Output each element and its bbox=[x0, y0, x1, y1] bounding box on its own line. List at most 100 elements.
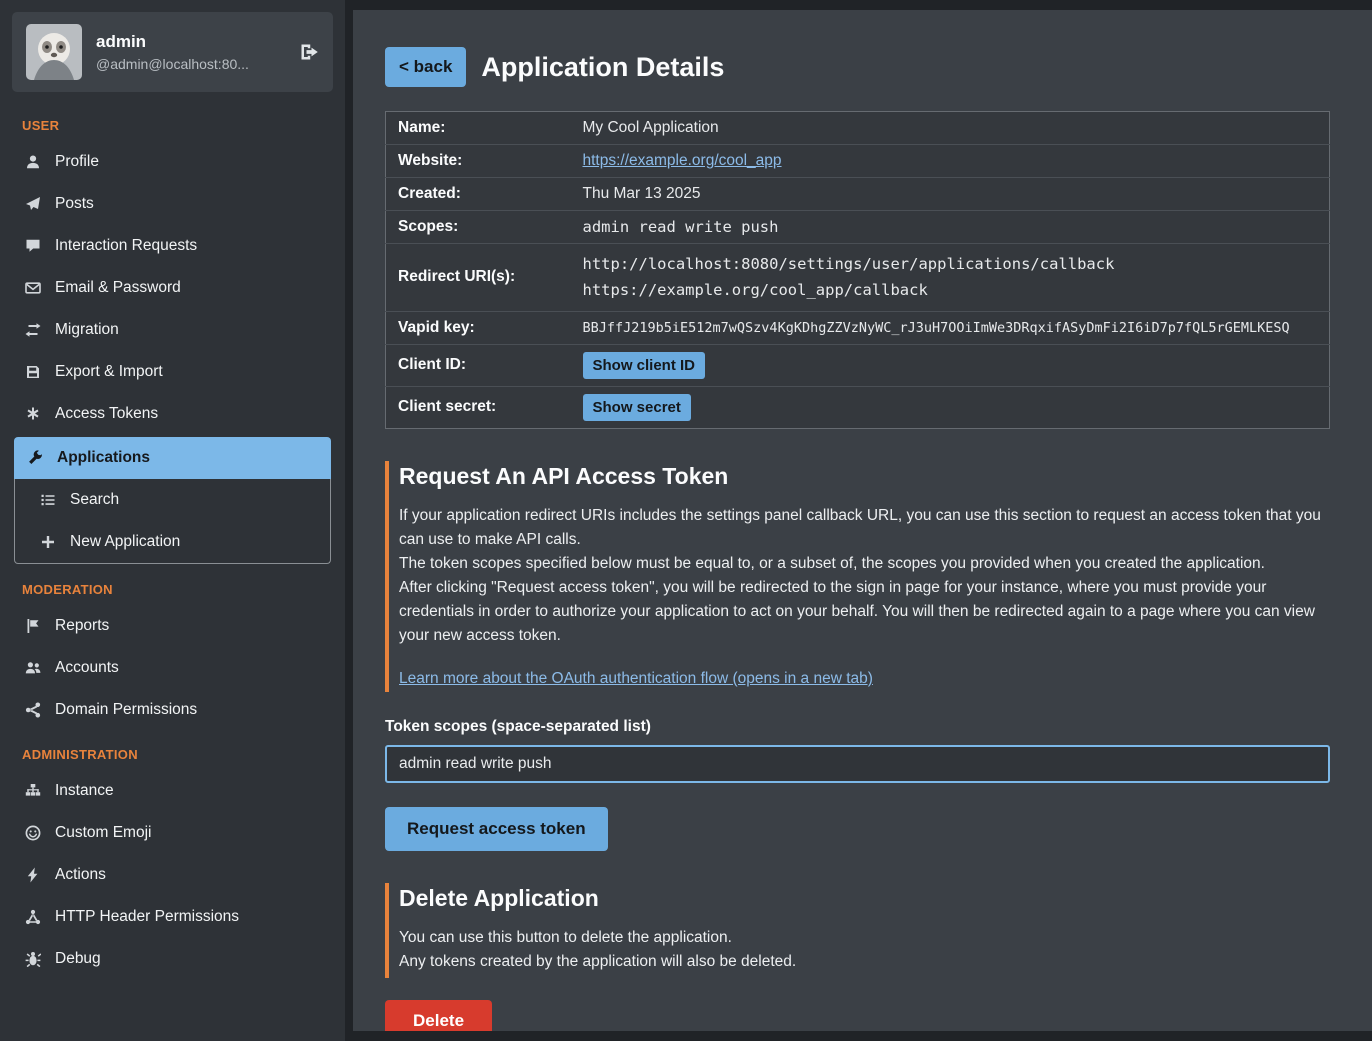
network-icon bbox=[24, 909, 42, 925]
detail-label-name: Name: bbox=[386, 112, 571, 145]
detail-label-redirect: Redirect URI(s): bbox=[386, 244, 571, 312]
show-client-id-button[interactable]: Show client ID bbox=[583, 352, 706, 379]
sidebar-item-label: Posts bbox=[55, 195, 94, 213]
details-row-vapid: Vapid key: BBJffJ219b5iE512m7wQSzv4KgKDh… bbox=[386, 311, 1330, 344]
delete-section-line-1: You can use this button to delete the ap… bbox=[399, 926, 1330, 950]
detail-label-website: Website: bbox=[386, 145, 571, 178]
redirect-uri-1: http://localhost:8080/settings/user/appl… bbox=[583, 251, 1318, 277]
sidebar-item-instance[interactable]: Instance bbox=[12, 770, 333, 812]
sign-out-icon[interactable] bbox=[299, 42, 319, 62]
sidebar: admin @admin@localhost:80... USER Profil… bbox=[0, 0, 345, 1041]
oauth-docs-link[interactable]: Learn more about the OAuth authenticatio… bbox=[399, 670, 873, 688]
sidebar-item-profile[interactable]: Profile bbox=[12, 141, 333, 183]
detail-label-created: Created: bbox=[386, 178, 571, 211]
delete-button[interactable]: Delete bbox=[385, 1000, 492, 1031]
sidebar-item-label: Custom Emoji bbox=[55, 824, 151, 842]
sidebar-subitem-new-application[interactable]: New Application bbox=[15, 521, 330, 563]
page-header: < back Application Details bbox=[385, 47, 1330, 87]
token-section-title: Request An API Access Token bbox=[399, 463, 1330, 490]
sidebar-item-interaction-requests[interactable]: Interaction Requests bbox=[12, 225, 333, 267]
token-section-paragraph-1: If your application redirect URIs includ… bbox=[399, 504, 1330, 552]
sidebar-item-access-tokens[interactable]: Access Tokens bbox=[12, 393, 333, 435]
sidebar-item-label: HTTP Header Permissions bbox=[55, 908, 239, 926]
details-row-website: Website: https://example.org/cool_app bbox=[386, 145, 1330, 178]
sidebar-section-moderation: MODERATION bbox=[12, 566, 333, 605]
wrench-icon bbox=[26, 450, 44, 466]
flag-icon bbox=[24, 618, 42, 634]
sidebar-item-label: Instance bbox=[55, 782, 114, 800]
sidebar-nav-user: Profile Posts Interaction Requests Email… bbox=[12, 141, 333, 564]
sidebar-subitem-search[interactable]: Search bbox=[15, 479, 330, 521]
page-title: Application Details bbox=[481, 52, 724, 83]
details-row-name: Name: My Cool Application bbox=[386, 112, 1330, 145]
detail-label-client-secret: Client secret: bbox=[386, 386, 571, 428]
sidebar-item-http-header-permissions[interactable]: HTTP Header Permissions bbox=[12, 896, 333, 938]
token-section-paragraph-3: After clicking "Request access token", y… bbox=[399, 576, 1330, 648]
sidebar-nav-moderation: Reports Accounts Domain Permissions bbox=[12, 605, 333, 731]
sidebar-item-email-password[interactable]: Email & Password bbox=[12, 267, 333, 309]
website-link[interactable]: https://example.org/cool_app bbox=[583, 152, 782, 169]
sidebar-section-administration: ADMINISTRATION bbox=[12, 731, 333, 770]
request-access-token-button[interactable]: Request access token bbox=[385, 807, 608, 851]
main-panel: < back Application Details Name: My Cool… bbox=[353, 10, 1372, 1031]
users-icon bbox=[24, 660, 42, 676]
details-table: Name: My Cool Application Website: https… bbox=[385, 111, 1330, 429]
sidebar-item-reports[interactable]: Reports bbox=[12, 605, 333, 647]
token-scopes-input[interactable] bbox=[385, 745, 1330, 783]
sidebar-item-migration[interactable]: Migration bbox=[12, 309, 333, 351]
account-handle: @admin@localhost:80... bbox=[96, 56, 249, 72]
sidebar-item-label: Reports bbox=[55, 617, 109, 635]
sidebar-item-actions[interactable]: Actions bbox=[12, 854, 333, 896]
sidebar-item-applications[interactable]: Applications bbox=[14, 437, 331, 479]
share-nodes-icon bbox=[24, 702, 42, 718]
bolt-icon bbox=[24, 867, 42, 883]
token-request-section: Request An API Access Token If your appl… bbox=[385, 461, 1330, 692]
redirect-uri-2: https://example.org/cool_app/callback bbox=[583, 277, 1318, 303]
detail-value-created: Thu Mar 13 2025 bbox=[571, 178, 1330, 211]
sidebar-item-label: Profile bbox=[55, 153, 99, 171]
asterisk-icon bbox=[24, 406, 42, 422]
detail-value-name: My Cool Application bbox=[571, 112, 1330, 145]
sidebar-item-export-import[interactable]: Export & Import bbox=[12, 351, 333, 393]
sidebar-item-label: Search bbox=[70, 491, 119, 509]
username: admin bbox=[96, 32, 249, 52]
sidebar-item-domain-permissions[interactable]: Domain Permissions bbox=[12, 689, 333, 731]
applications-group: Applications Search New Application bbox=[14, 437, 331, 564]
bug-icon bbox=[24, 951, 42, 967]
list-icon bbox=[39, 492, 57, 508]
sitemap-icon bbox=[24, 783, 42, 799]
sidebar-item-label: Export & Import bbox=[55, 363, 163, 381]
plus-icon bbox=[39, 534, 57, 550]
details-row-scopes: Scopes: admin read write push bbox=[386, 211, 1330, 244]
user-icon bbox=[24, 154, 42, 170]
sidebar-item-posts[interactable]: Posts bbox=[12, 183, 333, 225]
sidebar-section-user: USER bbox=[12, 102, 333, 141]
sidebar-nav-administration: Instance Custom Emoji Actions HTTP Heade… bbox=[12, 770, 333, 980]
user-card: admin @admin@localhost:80... bbox=[12, 12, 333, 92]
token-scopes-label: Token scopes (space-separated list) bbox=[385, 718, 1330, 736]
sidebar-item-label: Access Tokens bbox=[55, 405, 158, 423]
sidebar-item-label: Email & Password bbox=[55, 279, 181, 297]
floppy-disk-icon bbox=[24, 364, 42, 380]
detail-label-scopes: Scopes: bbox=[386, 211, 571, 244]
applications-submenu: Search New Application bbox=[14, 479, 331, 564]
sidebar-item-label: New Application bbox=[70, 533, 180, 551]
smiley-icon bbox=[24, 825, 42, 841]
sidebar-item-label: Actions bbox=[55, 866, 106, 884]
paper-plane-icon bbox=[24, 196, 42, 212]
sidebar-item-label: Interaction Requests bbox=[55, 237, 197, 255]
show-secret-button[interactable]: Show secret bbox=[583, 394, 691, 421]
token-section-paragraph-2: The token scopes specified below must be… bbox=[399, 552, 1330, 576]
sidebar-item-label: Accounts bbox=[55, 659, 119, 677]
detail-value-vapid: BBJffJ219b5iE512m7wQSzv4KgKDhgZZVzNyWC_r… bbox=[571, 311, 1330, 344]
sidebar-item-debug[interactable]: Debug bbox=[12, 938, 333, 980]
delete-section-line-2: Any tokens created by the application wi… bbox=[399, 950, 1330, 974]
user-meta: admin @admin@localhost:80... bbox=[96, 32, 249, 72]
sidebar-item-custom-emoji[interactable]: Custom Emoji bbox=[12, 812, 333, 854]
back-button[interactable]: < back bbox=[385, 47, 466, 87]
detail-value-scopes: admin read write push bbox=[571, 211, 1330, 244]
details-row-client-id: Client ID: Show client ID bbox=[386, 344, 1330, 386]
details-row-redirect: Redirect URI(s): http://localhost:8080/s… bbox=[386, 244, 1330, 312]
sidebar-item-accounts[interactable]: Accounts bbox=[12, 647, 333, 689]
sidebar-item-label: Domain Permissions bbox=[55, 701, 197, 719]
